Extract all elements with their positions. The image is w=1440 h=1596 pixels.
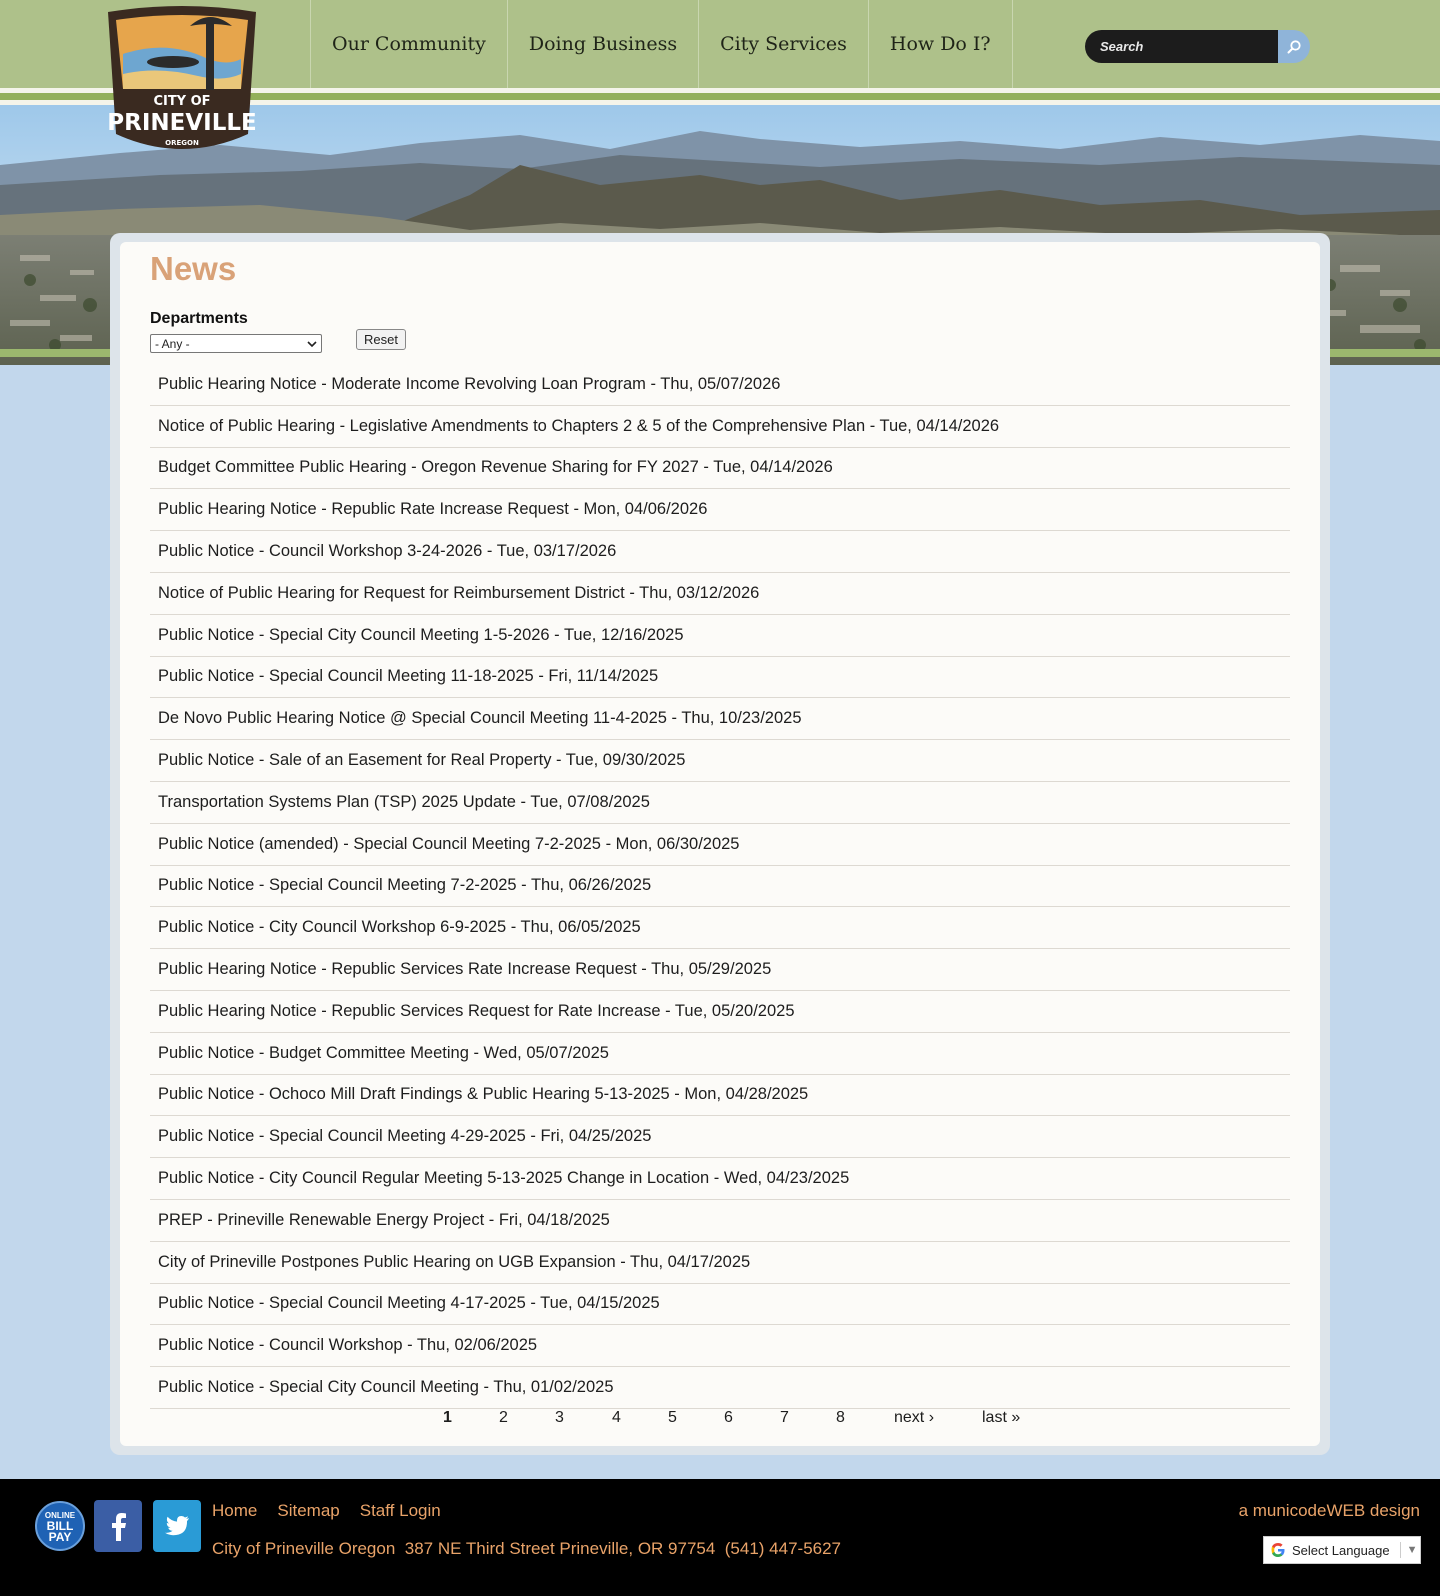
news-item[interactable]: PREP - Prineville Renewable Energy Proje…	[150, 1200, 1290, 1242]
news-item[interactable]: Public Notice - Council Workshop - Thu, …	[150, 1325, 1290, 1368]
google-g-icon	[1271, 1543, 1285, 1557]
news-item[interactable]: Public Notice - City Council Workshop 6-…	[150, 907, 1290, 950]
footer-address: City of Prineville Oregon 387 NE Third S…	[212, 1539, 842, 1558]
magnifier-icon	[1287, 39, 1301, 53]
page-title: News	[150, 250, 237, 287]
news-item[interactable]: Public Hearing Notice - Republic Service…	[150, 949, 1290, 991]
news-item[interactable]: Public Notice (amended) - Special Counci…	[150, 824, 1290, 866]
nav-how-do-i[interactable]: How Do I?	[867, 0, 1013, 88]
news-item[interactable]: Public Notice - Special Council Meeting …	[150, 1116, 1290, 1159]
pager-page[interactable]: 2	[499, 1409, 508, 1427]
news-item[interactable]: Public Notice - Special Council Meeting …	[150, 1284, 1290, 1326]
bill-pay-line3: PAY	[48, 1529, 72, 1544]
language-divider	[1399, 1542, 1401, 1558]
facebook-icon	[112, 1513, 126, 1541]
search-input[interactable]: Search	[1085, 30, 1278, 63]
news-item[interactable]: Public Notice - Sale of an Easement for …	[150, 740, 1290, 782]
pager-page[interactable]: 4	[612, 1409, 621, 1427]
language-selector[interactable]: Select Language ▼	[1263, 1536, 1421, 1564]
pager-page[interactable]: 8	[836, 1409, 845, 1427]
pagination: 1 2 3 4 5 6 7 8 next › last »	[150, 1409, 1290, 1431]
news-list: Public Hearing Notice - Moderate Income …	[150, 364, 1290, 1409]
nav-doing-business[interactable]: Doing Business	[506, 0, 698, 88]
chevron-down-icon	[307, 340, 317, 347]
news-item[interactable]: Public Notice - Ochoco Mill Draft Findin…	[150, 1075, 1290, 1117]
news-item[interactable]: De Novo Public Hearing Notice @ Special …	[150, 698, 1290, 741]
online-bill-pay-button[interactable]: ONLINE BILL PAY	[35, 1501, 85, 1551]
news-item[interactable]: Public Notice - City Council Regular Mee…	[150, 1158, 1290, 1200]
news-item[interactable]: City of Prineville Postpones Public Hear…	[150, 1242, 1290, 1284]
news-item[interactable]: Public Hearing Notice - Moderate Income …	[150, 364, 1290, 406]
departments-select-value: - Any -	[155, 336, 190, 351]
caret-down-icon: ▼	[1406, 1544, 1418, 1556]
logo-text-line2: PRINEVILLE	[107, 110, 256, 136]
departments-select[interactable]: - Any -	[150, 334, 322, 353]
news-item[interactable]: Public Notice - Special Council Meeting …	[150, 866, 1290, 908]
nav-our-community[interactable]: Our Community	[310, 0, 507, 88]
news-item[interactable]: Public Notice - Budget Committee Meeting…	[150, 1033, 1290, 1075]
site-footer: ONLINE BILL PAY Home Sitemap Staff Login…	[0, 1479, 1440, 1596]
footer-link-home[interactable]: Home	[212, 1501, 257, 1521]
logo-text-line1: CITY OF	[153, 94, 210, 109]
news-item[interactable]: Public Notice - Council Workshop 3-24-20…	[150, 531, 1290, 573]
designer-credit[interactable]: a municodeWEB design	[1239, 1501, 1420, 1521]
pager-next[interactable]: next ›	[894, 1409, 934, 1427]
language-label: Select Language	[1292, 1542, 1390, 1558]
news-item[interactable]: Public Notice - Special City Council Mee…	[150, 615, 1290, 657]
pager-page[interactable]: 7	[780, 1409, 789, 1427]
twitter-button[interactable]	[153, 1500, 201, 1552]
search-button[interactable]	[1278, 30, 1310, 63]
facebook-button[interactable]	[94, 1500, 142, 1552]
reset-button[interactable]: Reset	[356, 329, 406, 350]
news-item[interactable]: Transportation Systems Plan (TSP) 2025 U…	[150, 782, 1290, 824]
footer-links: Home Sitemap Staff Login	[212, 1501, 441, 1521]
news-item[interactable]: Notice of Public Hearing - Legislative A…	[150, 406, 1290, 448]
pager-page[interactable]: 5	[668, 1409, 677, 1427]
pager-last[interactable]: last »	[982, 1409, 1020, 1427]
twitter-icon	[165, 1516, 189, 1536]
pager-page[interactable]: 6	[724, 1409, 733, 1427]
news-item[interactable]: Public Hearing Notice - Republic Rate In…	[150, 489, 1290, 532]
departments-label: Departments	[150, 310, 248, 327]
footer-link-staff-login[interactable]: Staff Login	[360, 1501, 441, 1521]
pager-current: 1	[443, 1409, 452, 1426]
news-item[interactable]: Notice of Public Hearing for Request for…	[150, 573, 1290, 615]
search-form: Search	[1085, 30, 1310, 63]
news-item[interactable]: Public Notice - Special Council Meeting …	[150, 657, 1290, 699]
nav-city-services[interactable]: City Services	[698, 0, 868, 88]
city-logo[interactable]: CITY OF PRINEVILLE OREGON	[98, 4, 266, 160]
news-item[interactable]: Public Notice - Special City Council Mee…	[150, 1367, 1290, 1409]
footer-link-sitemap[interactable]: Sitemap	[277, 1501, 339, 1521]
pager-page[interactable]: 3	[555, 1409, 564, 1427]
main-nav: Our Community Doing Business City Servic…	[310, 0, 1013, 88]
logo-text-line3: OREGON	[165, 139, 199, 147]
news-item[interactable]: Budget Committee Public Hearing - Oregon…	[150, 448, 1290, 490]
news-item[interactable]: Public Hearing Notice - Republic Service…	[150, 991, 1290, 1033]
